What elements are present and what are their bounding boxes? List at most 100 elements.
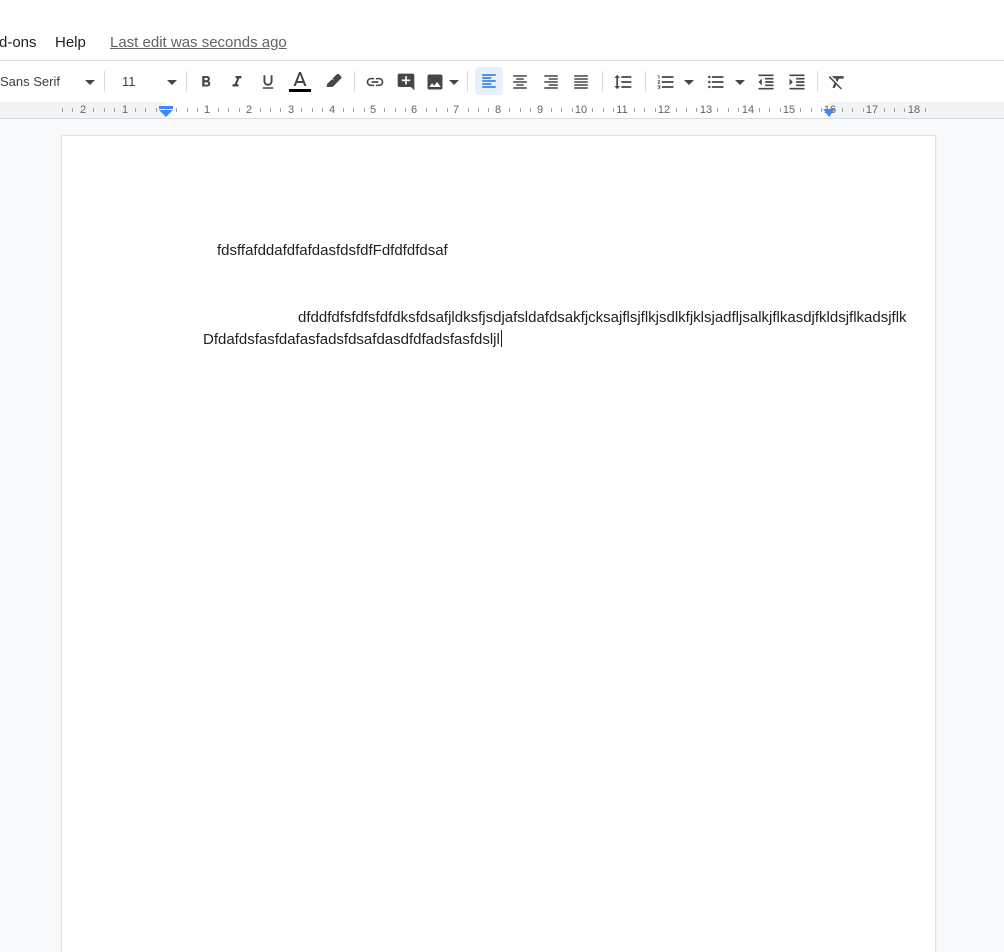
increase-indent-button[interactable] bbox=[785, 61, 809, 102]
document-paragraph[interactable]: dfddfdfsfdfsfdfdksfdsafjldksfjsdjafsldaf… bbox=[298, 308, 935, 328]
text-color-icon bbox=[289, 71, 311, 92]
ruler-label: 12 bbox=[657, 104, 671, 116]
toolbar-divider bbox=[602, 71, 603, 92]
ruler-tick bbox=[644, 108, 645, 112]
ruler-tick bbox=[447, 108, 448, 112]
italic-button[interactable] bbox=[225, 61, 249, 102]
ruler-tick bbox=[603, 108, 604, 112]
underline-icon bbox=[262, 74, 274, 89]
ruler-tick bbox=[613, 108, 614, 112]
ruler-tick bbox=[197, 108, 198, 112]
ruler-label: 10 bbox=[574, 104, 588, 116]
ruler-tick bbox=[135, 108, 136, 112]
ruler-label: 13 bbox=[699, 104, 713, 116]
ruler-label: 1 bbox=[203, 104, 211, 116]
text-color-button[interactable] bbox=[287, 61, 313, 102]
chevron-down-icon[interactable] bbox=[684, 80, 694, 85]
ruler-tick bbox=[509, 108, 510, 112]
ruler-label: 2 bbox=[79, 104, 87, 116]
ruler-tick bbox=[228, 108, 229, 112]
bulleted-list-button[interactable] bbox=[704, 61, 728, 102]
paragraph-text: Dfdafdsfasfdafasfadsfdsafdasdfdfadsfasfd… bbox=[203, 331, 500, 348]
right-indent-marker-icon[interactable] bbox=[823, 109, 835, 118]
numbered-list-button[interactable] bbox=[654, 61, 678, 102]
ruler-tick bbox=[364, 108, 365, 112]
font-size-value: 11 bbox=[122, 74, 136, 89]
chevron-down-icon bbox=[85, 80, 95, 85]
document-paragraph[interactable]: fdsffafddafdfafdasfdsfdfFdfdfdfdsaf bbox=[217, 241, 448, 261]
ruler-label: 11 bbox=[616, 104, 628, 116]
ruler-label: 9 bbox=[536, 104, 544, 116]
ruler-tick bbox=[780, 108, 781, 112]
insert-image-icon bbox=[427, 74, 443, 89]
ruler-tick bbox=[821, 108, 822, 112]
ruler-label: 2 bbox=[245, 104, 253, 116]
chevron-down-icon[interactable] bbox=[449, 80, 459, 85]
clear-formatting-icon bbox=[828, 75, 844, 89]
last-edit-link[interactable]: Last edit was seconds ago bbox=[110, 34, 287, 52]
ruler-tick bbox=[530, 108, 531, 112]
line-spacing-button[interactable] bbox=[610, 61, 636, 102]
align-left-button[interactable] bbox=[475, 67, 503, 95]
justify-button[interactable] bbox=[569, 61, 593, 102]
ruler-tick bbox=[395, 108, 396, 112]
ruler-tick bbox=[904, 108, 905, 112]
ruler-tick bbox=[145, 108, 146, 112]
menu-help[interactable]: Help bbox=[55, 34, 86, 52]
ruler-tick bbox=[738, 108, 739, 112]
align-center-button[interactable] bbox=[508, 61, 532, 102]
font-size-select[interactable]: 11 bbox=[112, 61, 182, 102]
ruler-tick bbox=[478, 108, 479, 112]
ruler-tick bbox=[270, 108, 271, 112]
add-comment-icon bbox=[397, 73, 415, 90]
chevron-down-icon[interactable] bbox=[735, 80, 745, 85]
ruler-tick bbox=[156, 108, 157, 112]
menu-bar: d-ons Help Last edit was seconds ago bbox=[0, 0, 1004, 61]
align-right-button[interactable] bbox=[539, 61, 563, 102]
ruler-label: 17 bbox=[865, 104, 879, 116]
ruler-label: 1 bbox=[121, 104, 129, 116]
ruler-tick bbox=[426, 108, 427, 112]
insert-link-button[interactable] bbox=[362, 61, 388, 102]
ruler-tick bbox=[488, 108, 489, 112]
document-page[interactable]: fdsffafddafdfafdasfdsfdfFdfdfdfdsaf dfdd… bbox=[62, 136, 935, 952]
align-center-icon bbox=[513, 74, 527, 89]
ruler-tick bbox=[863, 108, 864, 112]
underline-button[interactable] bbox=[256, 61, 280, 102]
indent-marker-icon[interactable] bbox=[159, 106, 173, 118]
horizontal-ruler[interactable]: 21123456789101112131415161718 bbox=[0, 102, 1004, 119]
clear-formatting-button[interactable] bbox=[825, 61, 849, 102]
highlight-button[interactable] bbox=[320, 61, 346, 102]
justify-icon bbox=[574, 74, 588, 89]
chevron-down-icon bbox=[167, 80, 177, 85]
align-left-icon bbox=[482, 74, 496, 88]
ruler-label: 3 bbox=[287, 104, 295, 116]
ruler-tick bbox=[884, 108, 885, 112]
bold-button[interactable] bbox=[194, 61, 218, 102]
ruler-tick bbox=[405, 108, 406, 112]
ruler-tick bbox=[561, 108, 562, 112]
ruler-tick bbox=[384, 108, 385, 112]
ruler-tick bbox=[93, 108, 94, 112]
ruler-label: 7 bbox=[452, 104, 460, 116]
add-comment-button[interactable] bbox=[393, 61, 419, 102]
insert-image-button[interactable] bbox=[423, 61, 447, 102]
decrease-indent-button[interactable] bbox=[754, 61, 778, 102]
ruler-tick bbox=[925, 108, 926, 112]
toolbar-divider bbox=[645, 71, 646, 92]
ruler-tick bbox=[717, 108, 718, 112]
ruler-tick bbox=[686, 108, 687, 112]
ruler-label: 8 bbox=[494, 104, 502, 116]
toolbar-divider bbox=[467, 71, 468, 92]
ruler-label: 14 bbox=[741, 104, 755, 116]
ruler-tick bbox=[436, 108, 437, 112]
italic-icon bbox=[232, 75, 242, 86]
font-family-select[interactable]: Sans Serif bbox=[0, 61, 100, 102]
ruler-tick bbox=[520, 108, 521, 112]
ruler-tick bbox=[655, 108, 656, 112]
menu-addons[interactable]: d-ons bbox=[0, 34, 37, 52]
ruler-tick bbox=[187, 108, 188, 112]
ruler-tick bbox=[634, 108, 635, 112]
document-paragraph[interactable]: Dfdafdsfasfdafasfadsfdsafdasdfdfadsfasfd… bbox=[203, 330, 502, 350]
ruler-tick bbox=[696, 108, 697, 112]
